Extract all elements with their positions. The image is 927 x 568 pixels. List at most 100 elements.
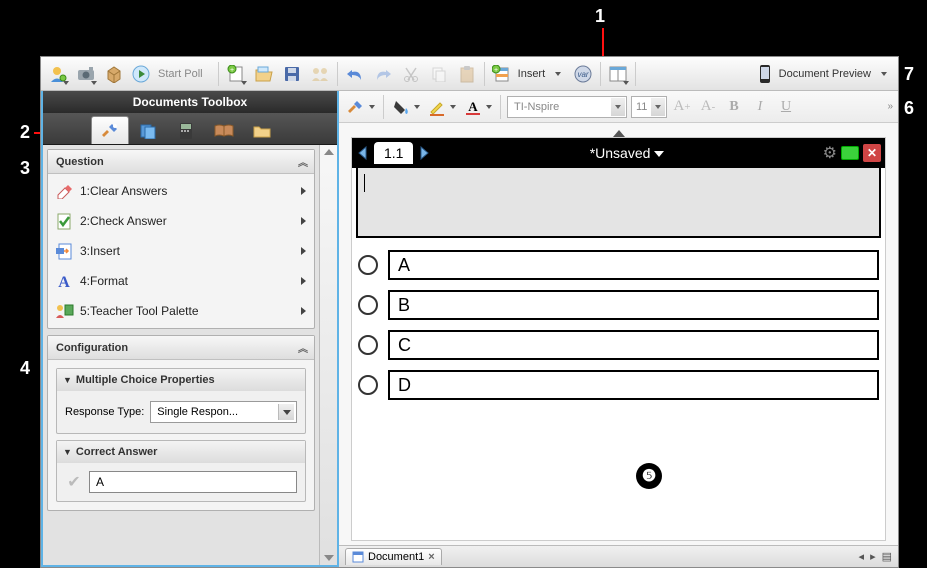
menu-clear-answers[interactable]: 1:Clear Answers (48, 176, 314, 206)
svg-text:A: A (468, 99, 478, 114)
insert-button[interactable]: + Insert (489, 61, 569, 87)
question-stem-field[interactable] (356, 168, 881, 238)
choice-row: D (358, 370, 879, 400)
choices-list: A B C D (352, 244, 885, 420)
choice-row: B (358, 290, 879, 320)
choice-radio[interactable] (358, 295, 378, 315)
menu-format[interactable]: A 4:Format (48, 266, 314, 296)
wrench-icon[interactable] (345, 95, 377, 119)
question-header[interactable]: Question ︽ (48, 150, 314, 174)
fill-color-icon[interactable] (390, 95, 422, 119)
copy-icon[interactable] (426, 61, 452, 87)
camera-icon[interactable] (73, 61, 99, 87)
teacher-icon (54, 301, 74, 321)
document-preview-label: Document Preview (775, 68, 875, 80)
check-doc-icon (54, 211, 74, 231)
user-icon[interactable] (45, 61, 71, 87)
calculator-header: 1.1 *Unsaved ⚙ ✕ (352, 138, 885, 168)
nav-prev-icon[interactable] (356, 143, 368, 163)
save-icon[interactable] (279, 61, 305, 87)
insert-element-icon (54, 241, 74, 261)
choice-input[interactable]: A (388, 250, 879, 280)
callout-6: 6 (904, 98, 914, 119)
correct-answer-box: ▼ Correct Answer ✔ (56, 440, 306, 502)
correct-answer-header[interactable]: ▼ Correct Answer (57, 441, 305, 463)
configuration-header[interactable]: Configuration ︽ (48, 336, 314, 360)
line-color-icon[interactable] (426, 95, 458, 119)
response-type-label: Response Type: (65, 406, 144, 418)
tab-nav-prev-icon[interactable]: ◂ (859, 550, 865, 563)
check-icon: ✔ (65, 473, 83, 491)
underline-button[interactable]: U (775, 96, 797, 118)
package-icon[interactable] (101, 61, 127, 87)
menu-check-answer[interactable]: 2:Check Answer (48, 206, 314, 236)
toolbox-tabs (43, 113, 337, 145)
undo-icon[interactable] (342, 61, 368, 87)
document-canvas: 1.1 *Unsaved ⚙ ✕ (351, 137, 886, 541)
choice-input[interactable]: C (388, 330, 879, 360)
document-preview-button[interactable]: Document Preview (756, 61, 894, 87)
decrease-font-icon[interactable]: A- (697, 96, 719, 118)
toolbox-scrollbar[interactable] (319, 145, 337, 565)
main-toolbar: Start Poll + (41, 57, 898, 91)
redo-icon[interactable] (370, 61, 396, 87)
tab-list-icon[interactable]: ▤ (882, 550, 892, 563)
choice-input[interactable]: B (388, 290, 879, 320)
callout-3: 3 (20, 158, 30, 179)
class-icon[interactable] (307, 61, 333, 87)
choice-row: C (358, 330, 879, 360)
correct-answer-input[interactable] (89, 471, 297, 493)
page-tab[interactable]: 1.1 (374, 142, 413, 164)
eraser-icon (54, 181, 74, 201)
choice-input[interactable]: D (388, 370, 879, 400)
close-tab-icon[interactable]: × (428, 551, 434, 563)
font-family-select[interactable]: TI-Nspire (507, 96, 627, 118)
start-poll-button[interactable]: Start Poll (129, 61, 214, 87)
layout-icon[interactable] (605, 61, 631, 87)
svg-text:var: var (578, 70, 589, 79)
paste-icon[interactable] (454, 61, 480, 87)
tab-tools-icon[interactable] (91, 116, 129, 144)
overflow-icon[interactable]: » (887, 101, 892, 112)
increase-font-icon[interactable]: A+ (671, 96, 693, 118)
choice-radio[interactable] (358, 335, 378, 355)
choice-radio[interactable] (358, 255, 378, 275)
tab-pages-icon[interactable] (129, 116, 167, 144)
resize-handle-icon[interactable] (613, 130, 625, 137)
svg-text:A: A (58, 274, 70, 290)
var-icon[interactable]: var (570, 61, 596, 87)
text-color-icon[interactable]: A (462, 95, 494, 119)
callout-1: 1 (595, 6, 605, 27)
multiple-choice-properties-box: ▼ Multiple Choice Properties Response Ty… (56, 368, 306, 434)
svg-text:+: + (494, 67, 498, 74)
choice-row: A (358, 250, 879, 280)
bold-button[interactable]: B (723, 96, 745, 118)
settings-gear-icon[interactable]: ⚙ (823, 143, 837, 163)
new-doc-icon[interactable]: + (223, 61, 249, 87)
close-icon[interactable]: ✕ (863, 144, 881, 162)
callout-4: 4 (20, 358, 30, 379)
tab-folder-icon[interactable] (243, 116, 281, 144)
cut-icon[interactable] (398, 61, 424, 87)
choice-radio[interactable] (358, 375, 378, 395)
document-tab[interactable]: Document1 × (345, 548, 442, 565)
font-size-select[interactable]: 11 (631, 96, 667, 118)
tab-nav-next-icon[interactable]: ▸ (870, 550, 876, 563)
callout-2: 2 (20, 122, 30, 143)
open-icon[interactable] (251, 61, 277, 87)
insert-label: Insert (514, 68, 550, 80)
format-toolbar: A TI-Nspire 11 A+ A- B I U » (339, 91, 898, 123)
menu-insert[interactable]: 3:Insert (48, 236, 314, 266)
callout-7: 7 (904, 64, 914, 85)
menu-teacher-tool-palette[interactable]: 5:Teacher Tool Palette (48, 296, 314, 326)
mc-properties-header[interactable]: ▼ Multiple Choice Properties (57, 369, 305, 391)
italic-button[interactable]: I (749, 96, 771, 118)
document-title[interactable]: *Unsaved (431, 145, 822, 161)
tab-calculator-icon[interactable] (167, 116, 205, 144)
question-accordion: Question ︽ 1:Clear Answers 2:Check Answe… (47, 149, 315, 329)
format-a-icon: A (54, 271, 74, 291)
tab-book-icon[interactable] (205, 116, 243, 144)
document-tabstrip: Document1 × ◂ ▸ ▤ (339, 545, 898, 567)
nav-next-icon[interactable] (419, 143, 431, 163)
response-type-select[interactable]: Single Respon... (150, 401, 297, 423)
